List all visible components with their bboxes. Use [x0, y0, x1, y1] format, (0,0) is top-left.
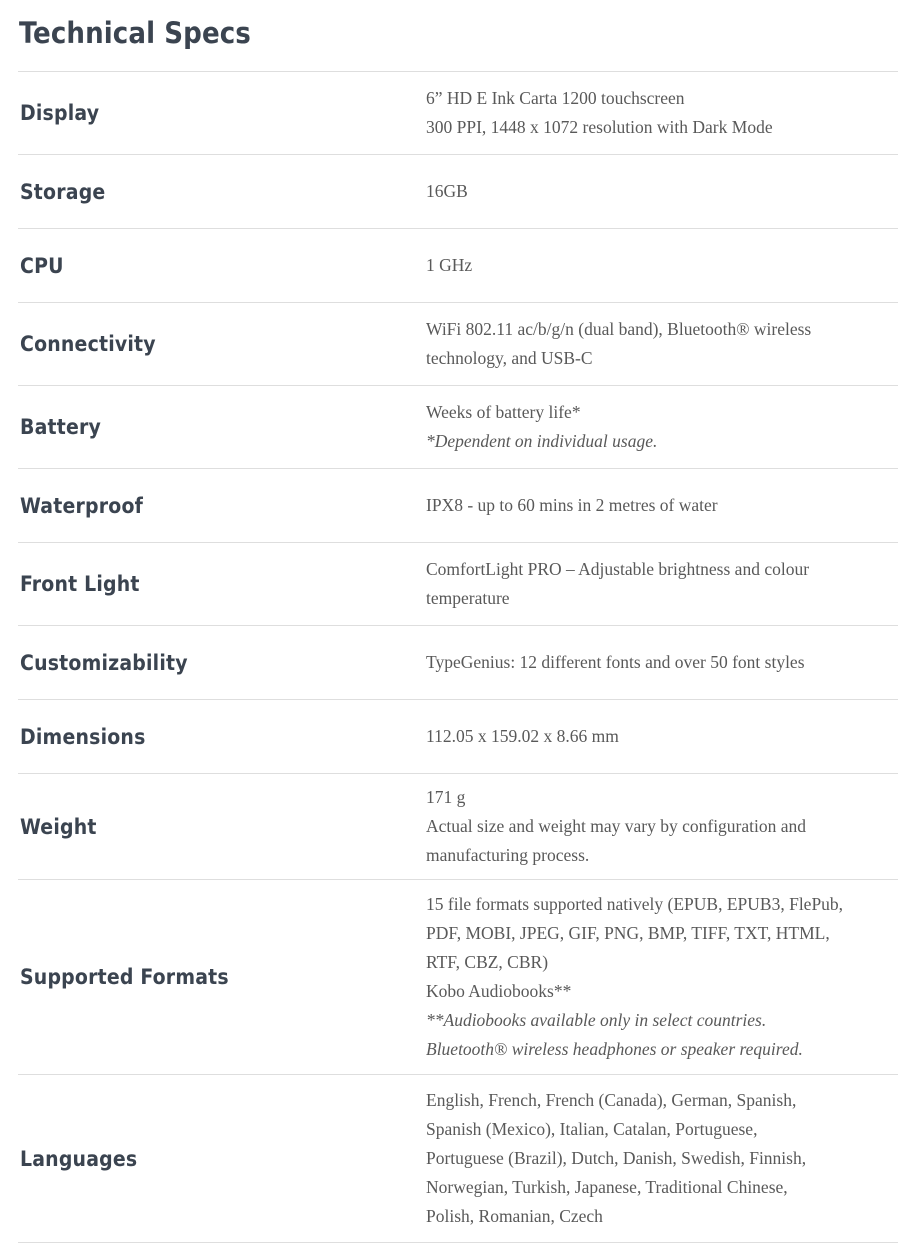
spec-row: Battery Weeks of battery life* *Dependent … [18, 386, 898, 469]
spec-value-line: 16GB [426, 181, 468, 201]
spec-row: Supported Formats 15 file formats support… [18, 880, 898, 1075]
page-title: Technical Specs [19, 16, 251, 50]
spec-value-connectivity: WiFi 802.11 ac/b/g/n (dual band), Blueto… [426, 303, 898, 386]
spec-value-line: temperature [426, 588, 510, 608]
spec-label-dimensions: Dimensions [20, 724, 146, 749]
spec-value-line: 300 PPI, 1448 x 1072 resolution with Dar… [426, 117, 773, 137]
spec-row: Storage 16GB [18, 155, 898, 229]
spec-row: Dimensions 112.05 x 159.02 x 8.66 mm [18, 700, 898, 774]
spec-value-cpu: 1 GHz [426, 229, 898, 303]
spec-value-line: 1 GHz [426, 255, 473, 275]
spec-row: Display 6” HD E Ink Carta 1200 touchscree… [18, 72, 898, 155]
spec-value-line: Bluetooth® wireless headphones or speake… [426, 1039, 803, 1059]
spec-row: Front Light ComfortLight PRO – Adjustable… [18, 543, 898, 626]
spec-value-front-light: ComfortLight PRO – Adjustable brightness… [426, 543, 898, 626]
spec-value-line: TypeGenius: 12 different fonts and over … [426, 652, 805, 672]
spec-label-storage: Storage [20, 179, 106, 204]
spec-value-line: Spanish (Mexico), Italian, Catalan, Port… [426, 1119, 758, 1139]
spec-value-weight: 171 g Actual size and weight may vary by … [426, 774, 898, 880]
spec-rows: Display 6” HD E Ink Carta 1200 touchscree… [18, 72, 898, 1243]
spec-value-display: 6” HD E Ink Carta 1200 touchscreen 300 PP… [426, 72, 898, 155]
spec-value-line: Portuguese (Brazil), Dutch, Danish, Swed… [426, 1148, 807, 1168]
spec-value-line: IPX8 - up to 60 mins in 2 metres of wate… [426, 495, 718, 515]
spec-value-line: Weeks of battery life* [426, 402, 581, 422]
spec-value-dimensions: 112.05 x 159.02 x 8.66 mm [426, 700, 898, 774]
spec-row: Customizability TypeGenius: 12 different … [18, 626, 898, 700]
spec-label-front-light: Front Light [20, 572, 140, 596]
spec-value-line: 6” HD E Ink Carta 1200 touchscreen [426, 88, 685, 108]
spec-label-battery: Battery [20, 415, 102, 439]
spec-value-line: Kobo Audiobooks** [426, 981, 572, 1001]
spec-value-line: 112.05 x 159.02 x 8.66 mm [426, 726, 619, 746]
technical-specs-table: Display 6” HD E Ink Carta 1200 touchscree… [18, 71, 898, 1243]
spec-row: Waterproof IPX8 - up to 60 mins in 2 metr… [18, 469, 898, 543]
spec-value-line: **Audiobooks available only in select co… [426, 1010, 767, 1030]
spec-value-customizability: TypeGenius: 12 different fonts and over … [426, 626, 898, 700]
spec-value-line: English, French, French (Canada), German… [426, 1090, 797, 1110]
spec-value-storage: 16GB [426, 155, 898, 229]
spec-value-supported-formats: 15 file formats supported natively (EPUB… [426, 880, 898, 1075]
spec-value-waterproof: IPX8 - up to 60 mins in 2 metres of wate… [426, 469, 898, 543]
spec-row: Languages English, French, French (Canada… [18, 1075, 898, 1243]
spec-label-waterproof: Waterproof [20, 493, 144, 518]
spec-value-languages: English, French, French (Canada), German… [426, 1075, 898, 1243]
spec-label-languages: Languages [20, 1146, 138, 1171]
spec-row: Connectivity WiFi 802.11 ac/b/g/n (dual b… [18, 303, 898, 386]
spec-value-line: Actual size and weight may vary by confi… [426, 816, 807, 836]
spec-row: Weight 171 g Actual size and weight may va… [18, 774, 898, 880]
spec-label-weight: Weight [20, 814, 97, 839]
technical-specs-page: Technical Specs Display 6” HD E Ink Carta… [0, 0, 900, 1243]
spec-value-line: 15 file formats supported natively (EPUB… [426, 894, 844, 914]
spec-value-battery: Weeks of battery life* *Dependent on indi… [426, 386, 898, 469]
spec-row: CPU 1 GHz [18, 229, 898, 303]
spec-value-line: RTF, CBZ, CBR) [426, 952, 549, 972]
spec-value-line: PDF, MOBI, JPEG, GIF, PNG, BMP, TIFF, TX… [426, 923, 830, 943]
spec-label-cpu: CPU [20, 253, 64, 278]
spec-label-supported-formats: Supported Formats [20, 965, 229, 989]
spec-label-customizability: Customizability [20, 650, 188, 675]
spec-value-line: 171 g [426, 787, 466, 807]
spec-value-line: Polish, Romanian, Czech [426, 1206, 603, 1226]
spec-value-line: WiFi 802.11 ac/b/g/n (dual band), Blueto… [426, 319, 812, 339]
spec-label-display: Display [20, 101, 100, 125]
spec-value-line: manufacturing process. [426, 845, 590, 865]
spec-label-connectivity: Connectivity [20, 332, 156, 356]
spec-value-line: *Dependent on individual usage. [426, 431, 658, 451]
spec-value-line: Norwegian, Turkish, Japanese, Traditiona… [426, 1177, 788, 1197]
spec-value-line: technology, and USB-C [426, 348, 593, 368]
spec-value-line: ComfortLight PRO – Adjustable brightness… [426, 559, 810, 579]
